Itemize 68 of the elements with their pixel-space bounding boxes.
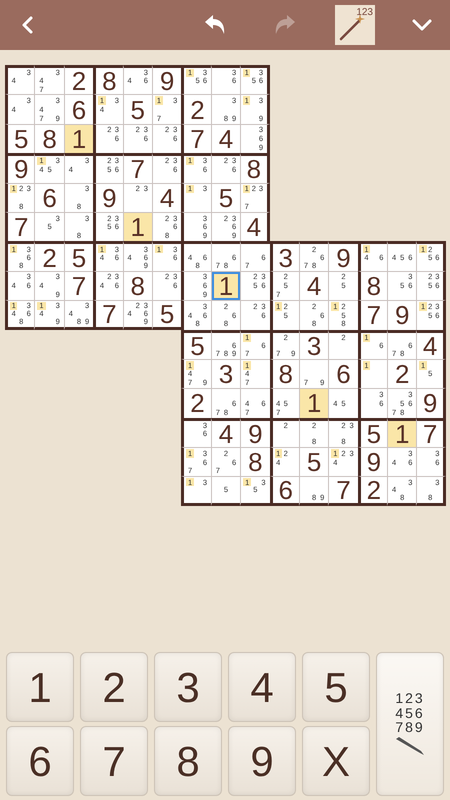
cell-digit[interactable]: 9 xyxy=(358,447,388,476)
cell-digit[interactable]: 6 xyxy=(328,358,358,388)
cell-digit[interactable]: 8 xyxy=(358,270,388,300)
cell-digit[interactable]: 9 xyxy=(93,182,123,212)
cell-digit[interactable]: 4 xyxy=(210,124,240,154)
digit-key[interactable]: 3 xyxy=(154,652,222,722)
cell-digit[interactable]: 2 xyxy=(181,94,211,124)
cell-digit[interactable]: 2 xyxy=(64,65,94,94)
cell-digit[interactable]: 7 xyxy=(93,300,123,330)
cell-digit[interactable]: 5 xyxy=(181,330,211,359)
digit-key[interactable]: 5 xyxy=(302,652,370,722)
cell-digit[interactable]: 7 xyxy=(358,300,388,330)
cell-digit[interactable]: 5 xyxy=(122,94,152,124)
cell-digit[interactable]: 2 xyxy=(181,388,211,418)
cell-digit[interactable]: 9 xyxy=(387,300,416,330)
cell-digit[interactable]: 1 xyxy=(210,270,240,300)
cell-digit[interactable]: 5 xyxy=(210,182,240,212)
cell-digit[interactable]: 6 xyxy=(34,182,64,212)
notes-key[interactable]: 123 456 789 xyxy=(376,652,444,796)
cell-digit[interactable]: 9 xyxy=(152,65,182,94)
cell-digit[interactable]: 8 xyxy=(122,270,152,300)
digit-key[interactable]: 1 xyxy=(6,652,74,722)
cell-digit[interactable]: 4 xyxy=(152,182,182,212)
cell-digit[interactable]: 2 xyxy=(387,358,416,388)
cell-digit[interactable]: 4 xyxy=(298,270,328,300)
digit-key[interactable]: 7 xyxy=(80,726,148,796)
cell-digit[interactable]: 1 xyxy=(122,212,152,242)
cell-digit[interactable]: 7 xyxy=(328,476,358,506)
cell-digit[interactable]: 2 xyxy=(358,476,388,506)
cell-digit[interactable]: 3 xyxy=(210,358,240,388)
cell-digit[interactable]: 1 xyxy=(387,418,416,448)
cell-digit[interactable]: 4 xyxy=(210,418,240,448)
cell-digit[interactable]: 9 xyxy=(240,418,270,448)
cell-digit[interactable]: 7 xyxy=(416,418,446,448)
digit-key[interactable]: 4 xyxy=(228,652,296,722)
chevron-down-icon xyxy=(411,18,433,32)
cell-digit[interactable]: 9 xyxy=(5,153,34,183)
cell-digit[interactable]: 8 xyxy=(34,124,64,154)
cell-digit[interactable]: 6 xyxy=(270,476,299,506)
cell-digit[interactable]: 6 xyxy=(64,94,94,124)
cell-digit[interactable]: 3 xyxy=(270,241,299,271)
cell-digit[interactable]: 5 xyxy=(64,241,94,271)
cell-digit[interactable]: 7 xyxy=(122,153,152,183)
cell-digit[interactable]: 8 xyxy=(93,65,123,94)
cell-digit[interactable]: 2 xyxy=(34,241,64,271)
digit-key[interactable]: 2 xyxy=(80,652,148,722)
digit-key[interactable]: 6 xyxy=(6,726,74,796)
cell-digit[interactable]: 4 xyxy=(416,330,446,359)
cell-digit[interactable]: 8 xyxy=(240,447,270,476)
hint-button[interactable]: 123 xyxy=(335,5,375,45)
cell-digit[interactable]: 5 xyxy=(152,300,182,330)
cell-digit[interactable]: 8 xyxy=(270,358,299,388)
cell-digit[interactable]: 9 xyxy=(416,388,446,418)
cell-digit[interactable]: 3 xyxy=(298,330,328,359)
cell-digit[interactable]: 8 xyxy=(240,153,270,183)
cell-digit[interactable]: 9 xyxy=(328,241,358,271)
digit-key[interactable]: 8 xyxy=(154,726,222,796)
cell-digit[interactable]: 7 xyxy=(181,124,211,154)
erase-key[interactable]: X xyxy=(302,726,370,796)
cell-digit[interactable]: 7 xyxy=(5,212,34,242)
cell-digit[interactable]: 5 xyxy=(5,124,34,154)
cell-digit[interactable]: 1 xyxy=(64,124,94,154)
cell-digit[interactable]: 7 xyxy=(64,270,94,300)
cell-digit[interactable]: 4 xyxy=(240,212,270,242)
cell-digit[interactable]: 1 xyxy=(298,388,328,418)
cell-digit[interactable]: 5 xyxy=(298,447,328,476)
digit-key[interactable]: 9 xyxy=(228,726,296,796)
cell-digit[interactable]: 5 xyxy=(358,418,388,448)
